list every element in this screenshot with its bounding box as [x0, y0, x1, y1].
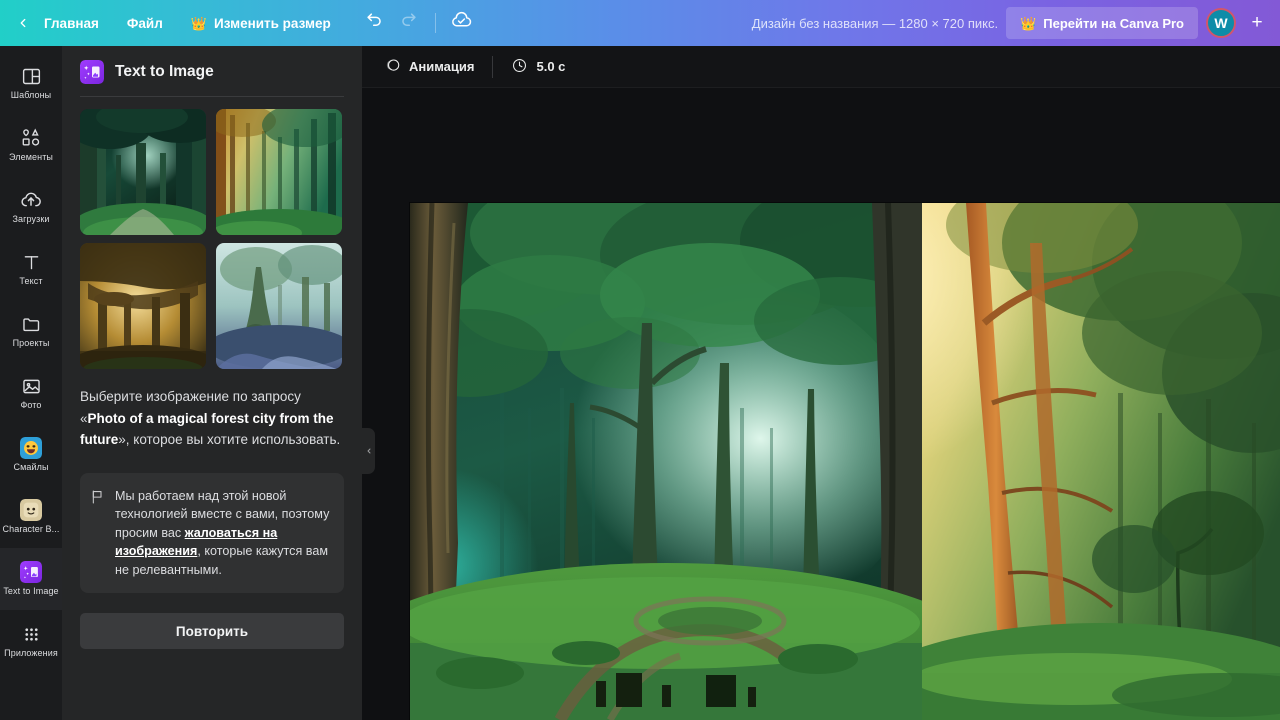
- canva-editor-window: Главная Файл 👑 Изменить размер Дизайн бе…: [0, 0, 1280, 720]
- sidebar-item-apps[interactable]: Приложения: [0, 610, 62, 672]
- editor-area: Анимация 5.0 с: [362, 46, 1280, 720]
- feedback-notice: Мы работаем над этой новой технологией в…: [80, 472, 344, 594]
- home-label: Главная: [44, 15, 99, 31]
- sidebar-item-text[interactable]: Текст: [0, 238, 62, 300]
- toolbar-divider: [434, 13, 436, 33]
- panel-header: Text to Image: [62, 46, 362, 96]
- panel-title: Text to Image: [115, 63, 214, 80]
- crown-icon: 👑: [1020, 15, 1037, 31]
- folder-icon: [21, 313, 42, 335]
- duration-label: 5.0 с: [536, 59, 566, 74]
- upload-cloud-icon: [20, 189, 42, 211]
- panel-collapse-handle[interactable]: [362, 428, 375, 474]
- sidebar-label: Шаблоны: [10, 90, 52, 100]
- upgrade-label: Перейти на Canva Pro: [1043, 15, 1184, 31]
- sidebar-item-emoji[interactable]: Смайлы: [0, 424, 62, 486]
- text-to-image-icon: [20, 561, 42, 583]
- resize-label: Изменить размер: [214, 15, 331, 31]
- feedback-notice-text: Мы работаем над этой новой технологией в…: [115, 487, 330, 580]
- generated-image-1[interactable]: [80, 109, 206, 235]
- sidebar-item-elements[interactable]: Элементы: [0, 114, 62, 176]
- character-builder-icon: [20, 499, 42, 521]
- resize-button[interactable]: 👑 Изменить размер: [179, 7, 343, 39]
- sidebar-label: Загрузки: [12, 214, 50, 224]
- sidebar-item-character-builder[interactable]: Character B...: [0, 486, 62, 548]
- generated-image-3[interactable]: [80, 243, 206, 369]
- canvas-area[interactable]: [362, 88, 1280, 720]
- sidebar-item-uploads[interactable]: Загрузки: [0, 176, 62, 238]
- undo-button[interactable]: [359, 7, 391, 39]
- apps-grid-icon: [22, 623, 41, 645]
- top-bar: Главная Файл 👑 Изменить размер Дизайн бе…: [0, 0, 1280, 46]
- panel-body: Выберите изображение по запросу «Photo o…: [62, 97, 362, 650]
- prompt-instruction: Выберите изображение по запросу «Photo o…: [80, 386, 344, 451]
- undo-icon: [365, 11, 384, 35]
- duration-button[interactable]: 5.0 с: [501, 52, 575, 82]
- sidebar-label: Приложения: [4, 648, 58, 658]
- canvas-image-right[interactable]: [922, 203, 1280, 720]
- crown-icon: 👑: [190, 15, 207, 31]
- sidebar-label: Текст: [19, 276, 43, 286]
- sidebar-item-projects[interactable]: Проекты: [0, 300, 62, 362]
- clock-icon: [511, 57, 528, 77]
- home-menu-button[interactable]: Главная: [32, 7, 111, 39]
- design-canvas[interactable]: [410, 203, 1280, 720]
- templates-icon: [21, 65, 42, 87]
- document-title[interactable]: Дизайн без названия — 1280 × 720 пикс.: [752, 16, 998, 31]
- prompt-suffix: », которое вы хотите использовать.: [118, 432, 341, 447]
- sidebar-label: Фото: [20, 400, 42, 410]
- cloud-check-icon: [451, 10, 472, 36]
- avatar-initial: W: [1214, 15, 1228, 31]
- elements-icon: [20, 127, 42, 149]
- text-icon: [21, 251, 42, 273]
- generated-image-2[interactable]: [216, 109, 342, 235]
- sidebar-label: Text to Image: [3, 586, 59, 596]
- flag-icon: [90, 489, 106, 510]
- cloud-save-status-button[interactable]: [446, 7, 478, 39]
- top-bar-left-group: Главная Файл 👑 Изменить размер: [0, 0, 478, 46]
- chevron-left-icon: [16, 16, 30, 30]
- top-bar-right-group: Дизайн без названия — 1280 × 720 пикс. 👑…: [752, 7, 1280, 39]
- plus-icon: +: [1251, 12, 1263, 33]
- sidebar-item-photos[interactable]: Фото: [0, 362, 62, 424]
- emoji-icon: [20, 437, 42, 459]
- text-to-image-panel: Text to Image Выберите изображение по за…: [62, 46, 362, 720]
- text-to-image-icon: [80, 60, 104, 84]
- file-label: Файл: [126, 15, 163, 31]
- generated-image-4[interactable]: [216, 243, 342, 369]
- photo-icon: [21, 375, 42, 397]
- file-menu-button[interactable]: Файл: [115, 7, 175, 39]
- sidebar-label: Character B...: [2, 524, 60, 534]
- sidebar-label: Проекты: [12, 338, 50, 348]
- upgrade-to-pro-button[interactable]: 👑 Перейти на Canva Pro: [1006, 7, 1198, 39]
- history-controls: [359, 7, 478, 39]
- animation-icon: [384, 57, 401, 77]
- toolbar-divider: [492, 55, 494, 78]
- sidebar-label: Смайлы: [13, 462, 49, 472]
- generated-thumbnails-grid: [80, 109, 344, 369]
- left-rail: Шаблоны Элементы Загрузки Текст Проекты …: [0, 46, 62, 720]
- add-collaborator-button[interactable]: +: [1244, 10, 1270, 36]
- animation-button[interactable]: Анимация: [374, 52, 484, 82]
- retry-button[interactable]: Повторить: [80, 613, 344, 650]
- redo-icon: [399, 11, 418, 35]
- animation-label: Анимация: [409, 59, 475, 74]
- redo-button[interactable]: [393, 7, 425, 39]
- canvas-image-left[interactable]: [410, 203, 922, 720]
- avatar[interactable]: W: [1206, 8, 1236, 38]
- canvas-toolbar: Анимация 5.0 с: [362, 46, 1280, 88]
- sidebar-item-templates[interactable]: Шаблоны: [0, 52, 62, 114]
- sidebar-label: Элементы: [9, 152, 53, 162]
- chevron-left-icon: [365, 442, 373, 460]
- sidebar-item-text-to-image[interactable]: Text to Image: [0, 548, 62, 610]
- back-button[interactable]: [12, 7, 34, 39]
